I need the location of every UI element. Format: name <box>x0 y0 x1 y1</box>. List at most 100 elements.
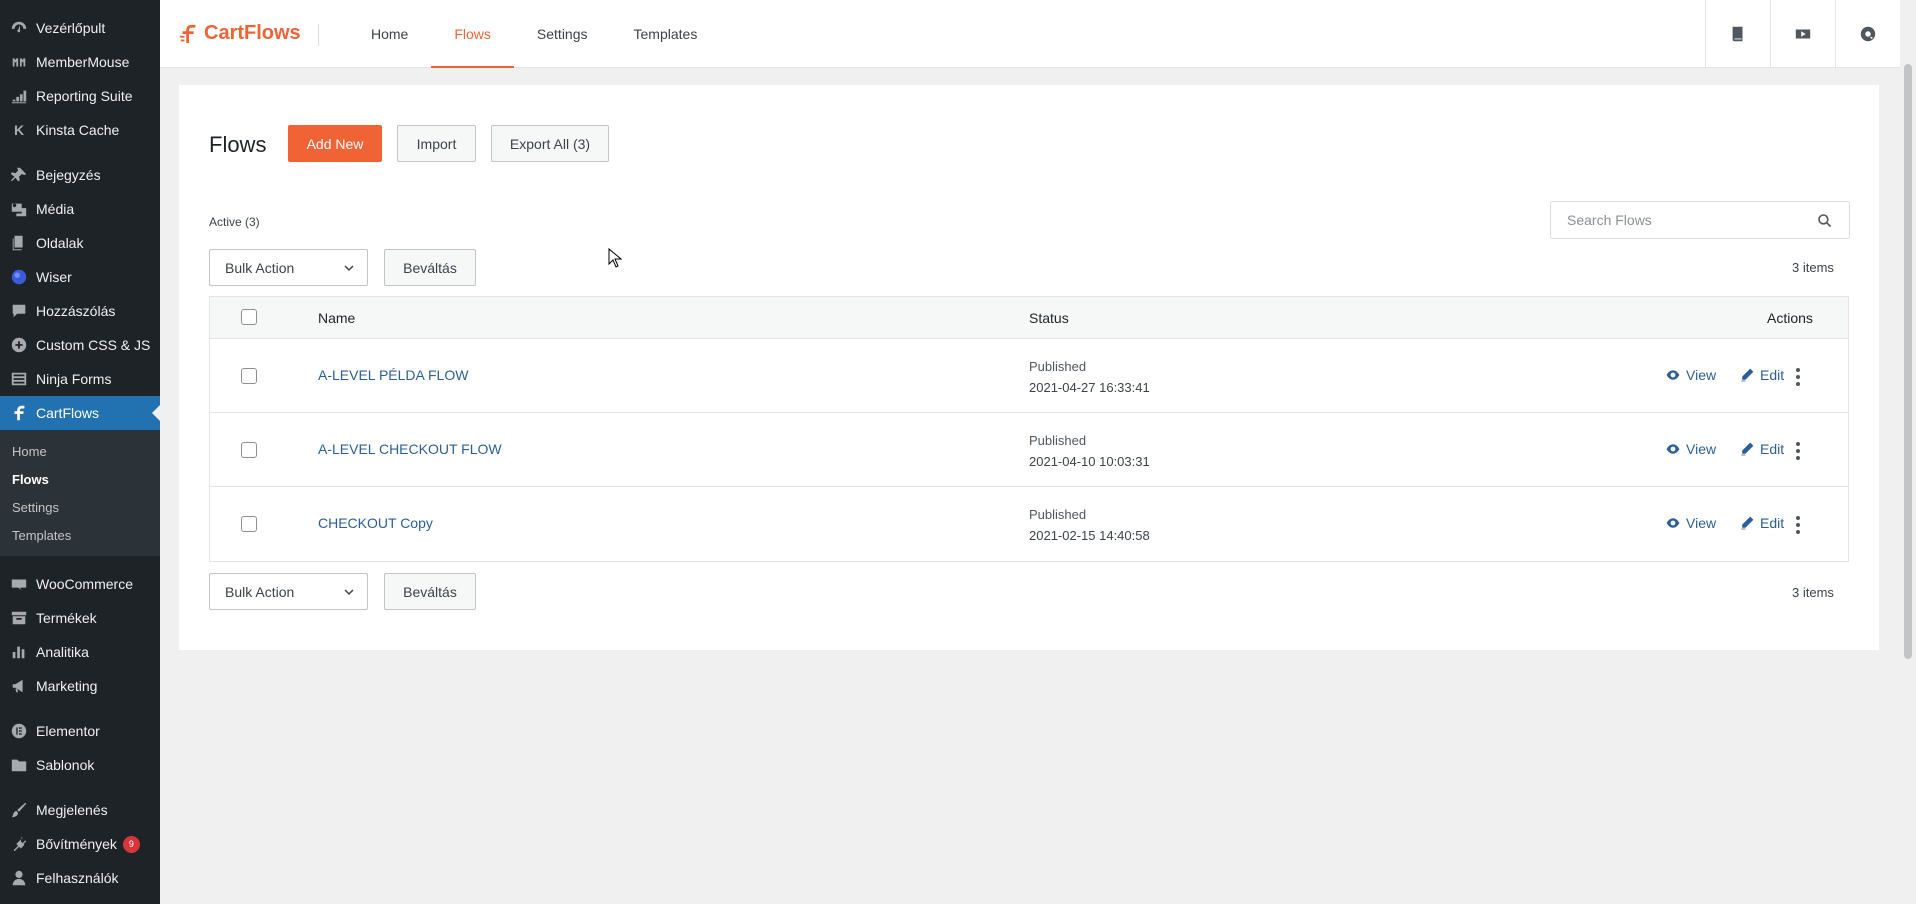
support-button[interactable] <box>1835 0 1900 68</box>
submenu-templates[interactable]: Templates <box>0 521 160 549</box>
menu-wiser[interactable]: Wiser <box>0 260 160 294</box>
submenu-home[interactable]: Home <box>0 437 160 465</box>
table-row: A-LEVEL CHECKOUT FLOW Published 2021-04-… <box>210 413 1848 487</box>
folder-icon <box>10 756 28 774</box>
menu-plugins[interactable]: Bővítmények 9 <box>0 827 160 861</box>
apply-button-top[interactable]: Beváltás <box>384 249 476 286</box>
pencil-icon <box>1741 368 1754 382</box>
media-icon <box>10 200 28 218</box>
row-checkbox[interactable] <box>241 516 257 532</box>
cartflows-logo-icon <box>179 24 196 43</box>
search-input[interactable]: Search Flows <box>1550 201 1850 239</box>
main-nav: Home Flows Settings Templates <box>348 0 720 68</box>
items-count-bottom: 3 items <box>1792 585 1834 600</box>
pages-icon <box>10 234 28 252</box>
submenu-settings[interactable]: Settings <box>0 493 160 521</box>
add-new-button[interactable]: Add New <box>288 125 382 162</box>
bulk-action-value: Bulk Action <box>225 259 295 276</box>
megaphone-icon <box>10 677 28 695</box>
menu-analytics[interactable]: Analitika <box>0 635 160 669</box>
bar-chart-icon <box>10 643 28 661</box>
more-actions-icon[interactable] <box>1792 441 1804 461</box>
plugin-icon <box>10 835 28 853</box>
edit-link[interactable]: Edit <box>1739 515 1784 531</box>
menu-label: Sablonok <box>36 757 95 773</box>
edit-link[interactable]: Edit <box>1739 367 1784 383</box>
flow-name-link[interactable]: A-LEVEL PÉLDA FLOW <box>318 367 468 383</box>
membermouse-icon <box>10 53 28 71</box>
import-button[interactable]: Import <box>397 125 476 162</box>
admin-sidebar: Vezérlőpult MemberMouse Reporting Suite … <box>0 0 160 904</box>
menu-elementor[interactable]: Elementor <box>0 714 160 748</box>
menu-users[interactable]: Felhasználók <box>0 861 160 895</box>
docs-button[interactable] <box>1705 0 1770 68</box>
menu-marketing[interactable]: Marketing <box>0 669 160 703</box>
more-actions-icon[interactable] <box>1792 367 1804 387</box>
menu-appearance[interactable]: Megjelenés <box>0 793 160 827</box>
actions-column-header: Actions <box>1767 310 1813 326</box>
view-link[interactable]: View <box>1665 367 1716 383</box>
menu-templates[interactable]: Sablonok <box>0 748 160 782</box>
tab-templates[interactable]: Templates <box>611 0 721 68</box>
menu-label: Oldalak <box>36 235 84 251</box>
menu-membermouse[interactable]: MemberMouse <box>0 45 160 79</box>
menu-cartflows[interactable]: CartFlows <box>0 396 160 430</box>
tab-home[interactable]: Home <box>348 0 431 68</box>
flows-card: Flows Add New Import Export All (3) Acti… <box>179 85 1879 650</box>
menu-dashboard[interactable]: Vezérlőpult <box>0 11 160 45</box>
row-checkbox[interactable] <box>241 368 257 384</box>
view-label: View <box>1686 441 1717 457</box>
status-text: Published <box>1029 507 1087 522</box>
flow-name-link[interactable]: CHECKOUT Copy <box>318 515 433 531</box>
kinsta-icon: K <box>13 122 25 138</box>
view-link[interactable]: View <box>1665 441 1716 457</box>
scrollbar-thumb[interactable] <box>1904 64 1912 659</box>
status-date: 2021-02-15 14:40:58 <box>1029 528 1150 543</box>
menu-kinsta-cache[interactable]: K Kinsta Cache <box>0 113 160 147</box>
menu-label: Wiser <box>36 269 72 285</box>
status-date: 2021-04-27 16:33:41 <box>1029 380 1150 395</box>
video-button[interactable] <box>1770 0 1835 68</box>
menu-ninja-forms[interactable]: Ninja Forms <box>0 362 160 396</box>
status-text: Published <box>1029 359 1087 374</box>
menu-pages[interactable]: Oldalak <box>0 226 160 260</box>
name-column-header[interactable]: Name <box>318 310 355 326</box>
submenu-flows[interactable]: Flows <box>0 465 160 493</box>
book-icon <box>1732 26 1743 42</box>
page-scrollbar[interactable] <box>1900 0 1916 904</box>
menu-label: Felhasználók <box>36 870 119 886</box>
lifebuoy-icon <box>1860 26 1876 42</box>
flows-table: Name Status Actions A-LEVEL PÉLDA FLOW P… <box>209 296 1849 562</box>
cartflows-logo[interactable]: CartFlows <box>178 22 301 45</box>
menu-woocommerce[interactable]: WooCommerce <box>0 567 160 601</box>
edit-link[interactable]: Edit <box>1739 441 1784 457</box>
apply-button-bottom[interactable]: Beváltás <box>384 573 476 610</box>
active-filter-link[interactable]: Active (3) <box>209 215 260 229</box>
menu-label: Kinsta Cache <box>36 122 120 138</box>
menu-reporting-suite[interactable]: Reporting Suite <box>0 79 160 113</box>
brand-name: CartFlows <box>204 22 301 44</box>
select-all-checkbox[interactable] <box>241 309 257 325</box>
menu-comments[interactable]: Hozzászólás <box>0 294 160 328</box>
menu-posts[interactable]: Bejegyzés <box>0 158 160 192</box>
woo-icon <box>10 575 28 593</box>
chevron-down-icon <box>344 589 354 596</box>
search-icon[interactable] <box>1817 213 1833 229</box>
tab-settings[interactable]: Settings <box>514 0 611 68</box>
menu-products[interactable]: Termékek <box>0 601 160 635</box>
row-checkbox[interactable] <box>241 442 257 458</box>
more-actions-icon[interactable] <box>1792 515 1804 535</box>
flow-name-link[interactable]: A-LEVEL CHECKOUT FLOW <box>318 441 502 457</box>
export-all-button[interactable]: Export All (3) <box>491 125 609 162</box>
menu-media[interactable]: Média <box>0 192 160 226</box>
cartflows-icon <box>10 404 28 422</box>
menu-custom-css-js[interactable]: Custom CSS & JS <box>0 328 160 362</box>
view-link[interactable]: View <box>1665 515 1716 531</box>
bulk-action-select-bottom[interactable]: Bulk Action <box>209 573 368 610</box>
pencil-icon <box>1741 516 1754 530</box>
pencil-icon <box>1741 442 1754 456</box>
bulk-action-select-top[interactable]: Bulk Action <box>209 249 368 286</box>
menu-label: Média <box>36 201 75 217</box>
chevron-down-icon <box>344 265 354 272</box>
tab-flows[interactable]: Flows <box>431 0 514 68</box>
